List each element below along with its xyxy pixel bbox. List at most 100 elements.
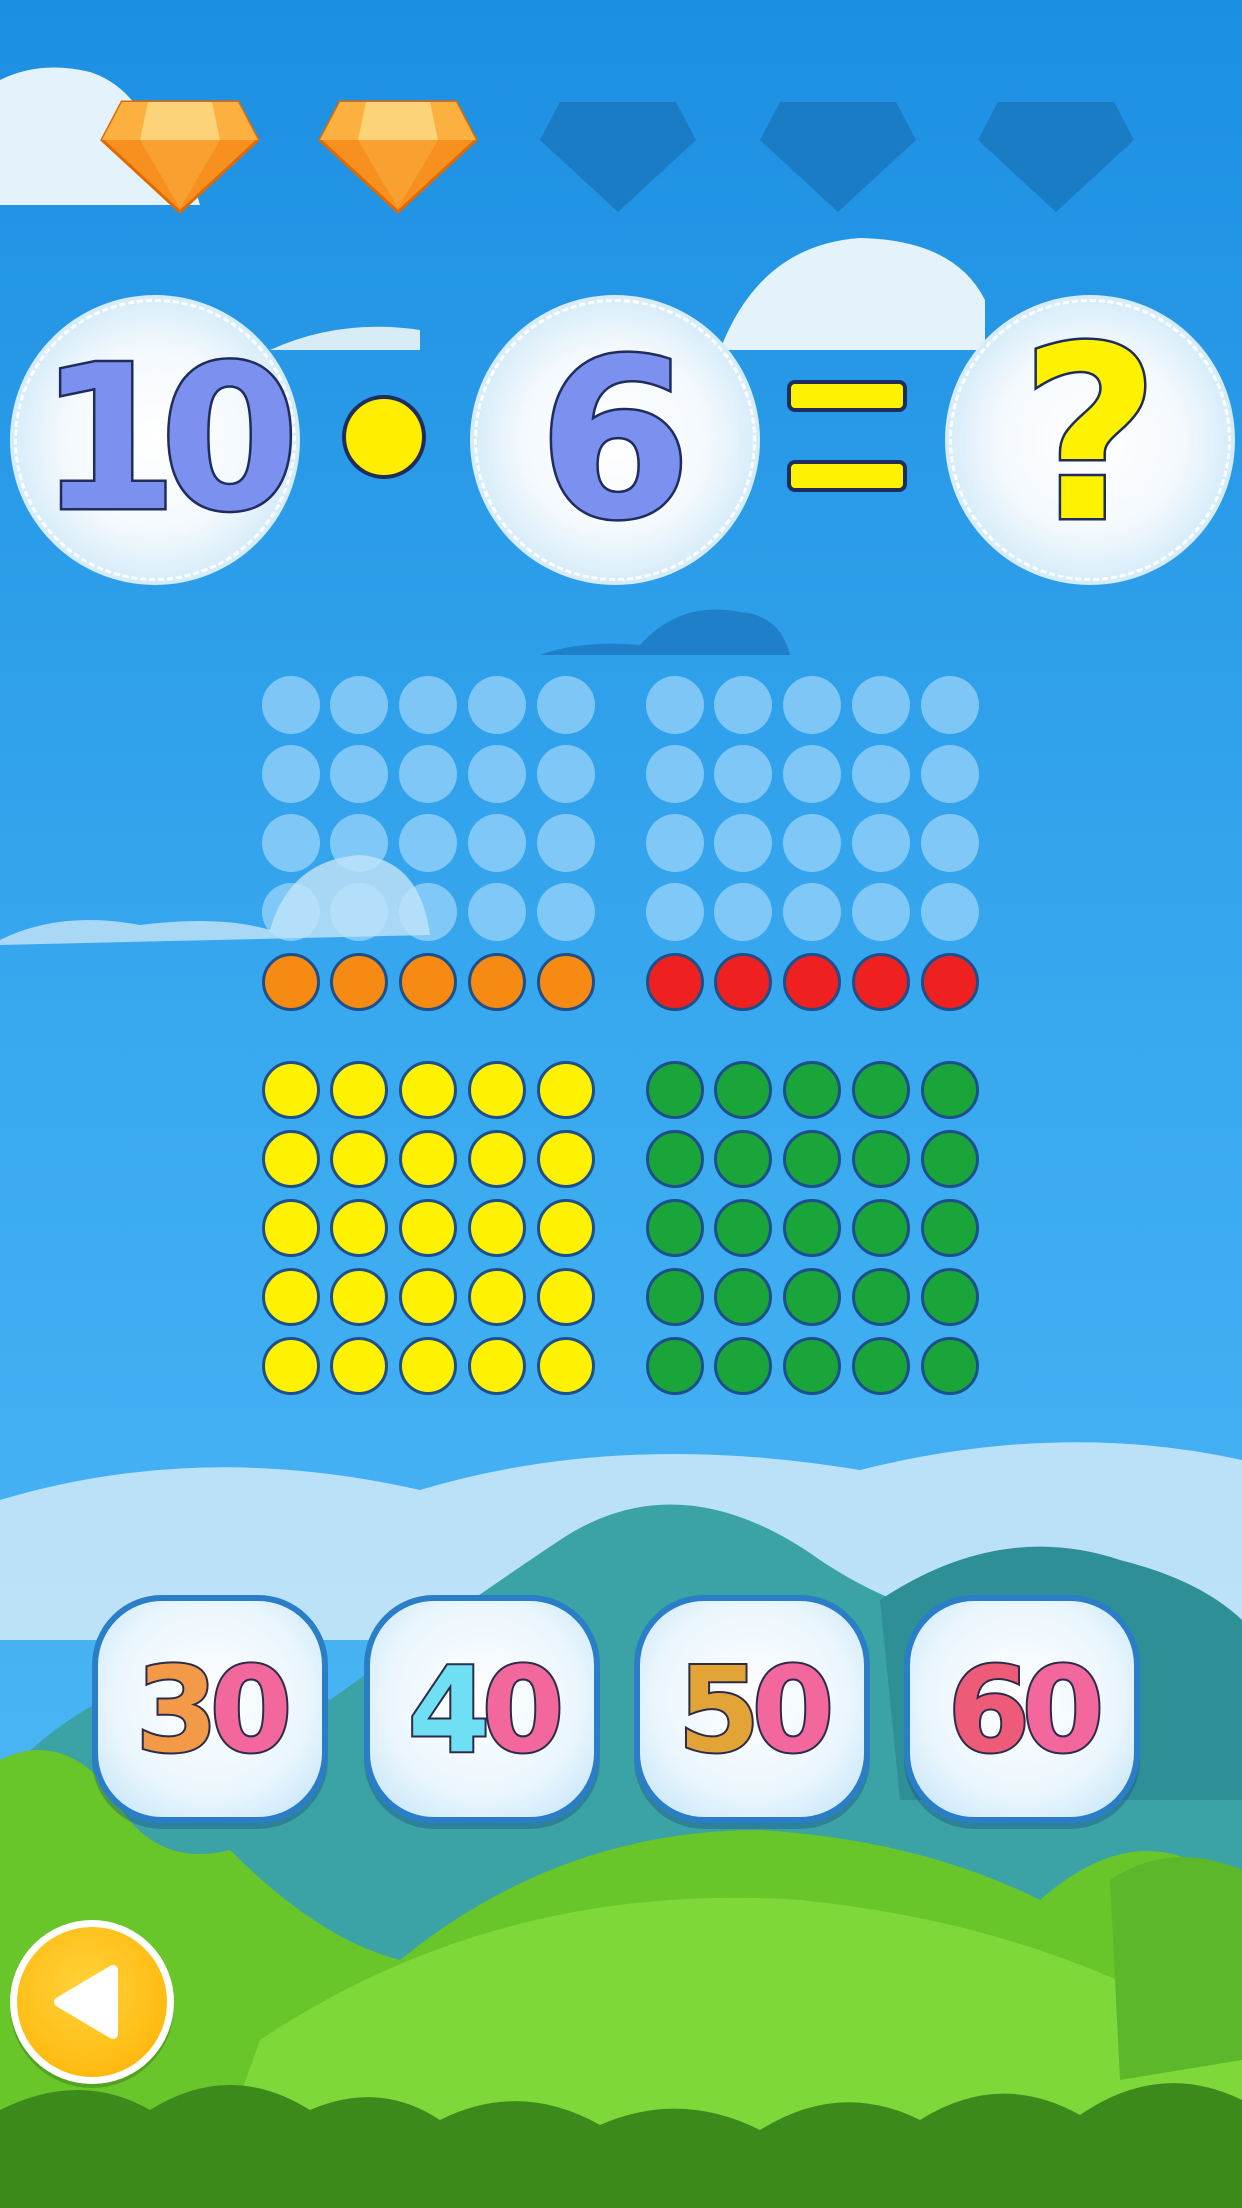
red-dot xyxy=(852,953,910,1011)
green-dot xyxy=(646,1337,704,1395)
orange-dot xyxy=(537,953,595,1011)
result-question-mark: ? xyxy=(1018,295,1162,575)
empty-dot xyxy=(537,814,595,872)
answer-label: 40 40 xyxy=(406,1641,566,1779)
yellow-dot xyxy=(330,1268,388,1326)
empty-dot xyxy=(921,814,979,872)
answer-label: 30 30 xyxy=(134,1641,294,1779)
green-dot xyxy=(852,1199,910,1257)
gem-icon-empty xyxy=(540,102,696,212)
empty-dot xyxy=(399,883,457,941)
empty-dot xyxy=(714,814,772,872)
green-dot xyxy=(852,1268,910,1326)
green-dot xyxy=(714,1268,772,1326)
empty-dot xyxy=(646,883,704,941)
red-dot xyxy=(921,953,979,1011)
equals-sign-top xyxy=(787,380,907,412)
empty-dot xyxy=(399,676,457,734)
answer-button-60[interactable]: 60 60 xyxy=(904,1595,1140,1823)
orange-dot xyxy=(468,953,526,1011)
green-dot xyxy=(714,1061,772,1119)
equals-sign-bottom xyxy=(787,460,907,492)
empty-dot xyxy=(646,676,704,734)
empty-dot xyxy=(399,745,457,803)
green-dot xyxy=(783,1199,841,1257)
empty-dot xyxy=(468,883,526,941)
orange-dot xyxy=(399,953,457,1011)
empty-dot xyxy=(852,883,910,941)
empty-dot xyxy=(537,676,595,734)
yellow-dot xyxy=(537,1268,595,1326)
empty-dot xyxy=(262,814,320,872)
yellow-dot xyxy=(330,1199,388,1257)
yellow-dot xyxy=(537,1199,595,1257)
green-dot xyxy=(646,1199,704,1257)
green-dot xyxy=(646,1130,704,1188)
back-button[interactable] xyxy=(10,1920,174,2084)
empty-dot xyxy=(537,883,595,941)
yellow-dot xyxy=(399,1199,457,1257)
red-dot xyxy=(714,953,772,1011)
empty-dot xyxy=(852,676,910,734)
empty-dot xyxy=(262,676,320,734)
empty-dot xyxy=(262,883,320,941)
green-dot xyxy=(783,1337,841,1395)
yellow-dot xyxy=(399,1130,457,1188)
yellow-dot xyxy=(468,1337,526,1395)
answer-label: 50 50 xyxy=(676,1641,836,1779)
green-dot xyxy=(852,1130,910,1188)
empty-dot xyxy=(921,676,979,734)
green-dot xyxy=(852,1061,910,1119)
yellow-dot xyxy=(537,1061,595,1119)
right-operand: 6 xyxy=(536,312,694,568)
empty-dot xyxy=(330,676,388,734)
gem-icon-earned xyxy=(100,100,260,215)
green-dot xyxy=(921,1130,979,1188)
answer-button-40[interactable]: 40 40 xyxy=(364,1595,600,1823)
yellow-dot xyxy=(537,1130,595,1188)
back-arrow-icon xyxy=(54,1965,118,2039)
green-dot xyxy=(921,1337,979,1395)
green-dot xyxy=(783,1130,841,1188)
green-dot xyxy=(783,1061,841,1119)
empty-dot xyxy=(468,814,526,872)
yellow-dot xyxy=(330,1061,388,1119)
empty-dot xyxy=(468,676,526,734)
left-operand: 10 xyxy=(36,321,301,559)
answer-button-50[interactable]: 50 50 xyxy=(634,1595,870,1823)
empty-dot xyxy=(783,883,841,941)
gem-icon-earned xyxy=(318,100,478,215)
empty-dot xyxy=(714,676,772,734)
green-dot xyxy=(646,1061,704,1119)
yellow-dot xyxy=(330,1130,388,1188)
yellow-dot xyxy=(262,1268,320,1326)
empty-dot xyxy=(537,745,595,803)
yellow-dot xyxy=(468,1268,526,1326)
empty-dot xyxy=(783,745,841,803)
green-dot xyxy=(714,1199,772,1257)
empty-dot xyxy=(330,745,388,803)
empty-dot xyxy=(921,745,979,803)
yellow-dot xyxy=(262,1337,320,1395)
empty-dot xyxy=(399,814,457,872)
red-dot xyxy=(783,953,841,1011)
answer-button-30[interactable]: 30 30 xyxy=(92,1595,328,1823)
yellow-dot xyxy=(468,1061,526,1119)
green-dot xyxy=(714,1337,772,1395)
green-dot xyxy=(921,1061,979,1119)
empty-dot xyxy=(646,814,704,872)
empty-dot xyxy=(468,745,526,803)
yellow-dot xyxy=(399,1337,457,1395)
gem-icon-empty xyxy=(760,102,916,212)
yellow-dot xyxy=(468,1199,526,1257)
orange-dot xyxy=(330,953,388,1011)
yellow-dot xyxy=(399,1061,457,1119)
empty-dot xyxy=(646,745,704,803)
multiply-operator xyxy=(342,395,426,479)
empty-dot xyxy=(330,814,388,872)
green-dot xyxy=(646,1268,704,1326)
green-dot xyxy=(921,1268,979,1326)
red-dot xyxy=(646,953,704,1011)
empty-dot xyxy=(852,814,910,872)
green-dot xyxy=(714,1130,772,1188)
